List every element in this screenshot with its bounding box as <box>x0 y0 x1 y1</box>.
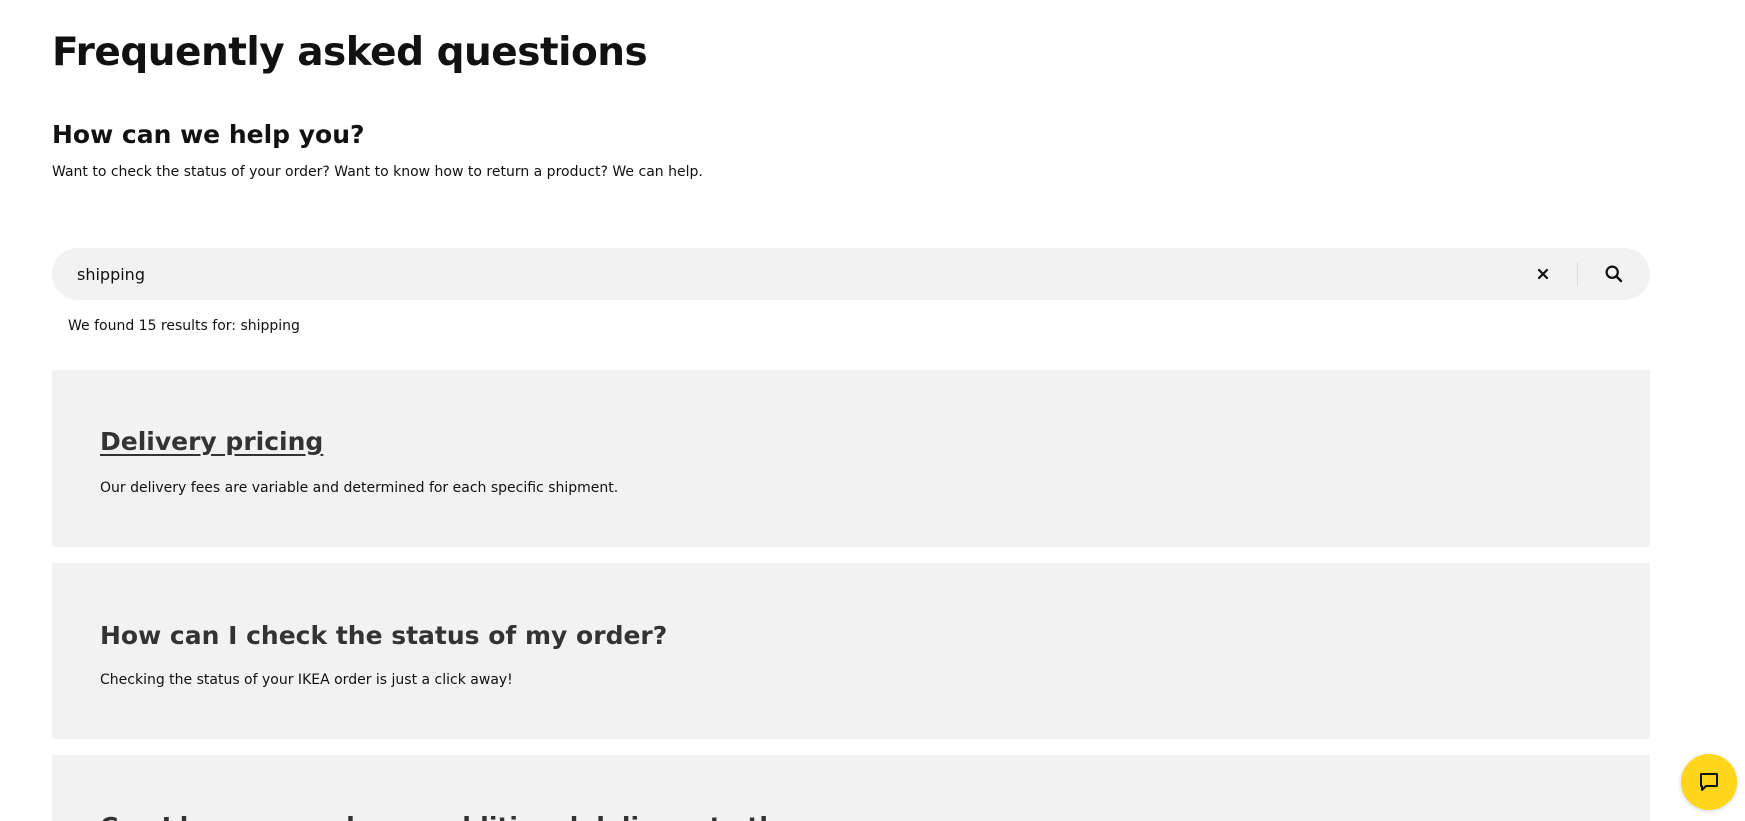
search-bar <box>52 248 1650 300</box>
chat-button[interactable] <box>1681 754 1737 810</box>
result-title-link[interactable]: How can I check the status of my order? <box>100 621 667 650</box>
help-heading: How can we help you? <box>52 120 365 149</box>
search-icon <box>1605 265 1623 283</box>
result-description: Our delivery fees are variable and deter… <box>100 480 619 496</box>
help-description: Want to check the status of your order? … <box>52 164 703 180</box>
chat-icon <box>1700 773 1718 791</box>
search-button[interactable] <box>1578 248 1650 300</box>
page-title: Frequently asked questions <box>52 30 648 75</box>
result-title-link[interactable]: Delivery pricing <box>100 427 323 456</box>
result-card[interactable]: Delivery pricing Our delivery fees are v… <box>52 370 1650 547</box>
result-title-link[interactable]: Can I have my order an additional delive… <box>100 812 794 821</box>
faq-page: Frequently asked questions How can we he… <box>0 0 1745 821</box>
results-summary: We found 15 results for: shipping <box>68 318 300 334</box>
close-icon <box>1537 268 1549 280</box>
result-card[interactable]: How can I check the status of my order? … <box>52 563 1650 739</box>
clear-search-button[interactable] <box>1519 250 1567 298</box>
search-input[interactable] <box>52 248 1519 300</box>
result-description: Checking the status of your IKEA order i… <box>100 672 513 688</box>
result-card[interactable]: Can I have my order an additional delive… <box>52 755 1650 821</box>
